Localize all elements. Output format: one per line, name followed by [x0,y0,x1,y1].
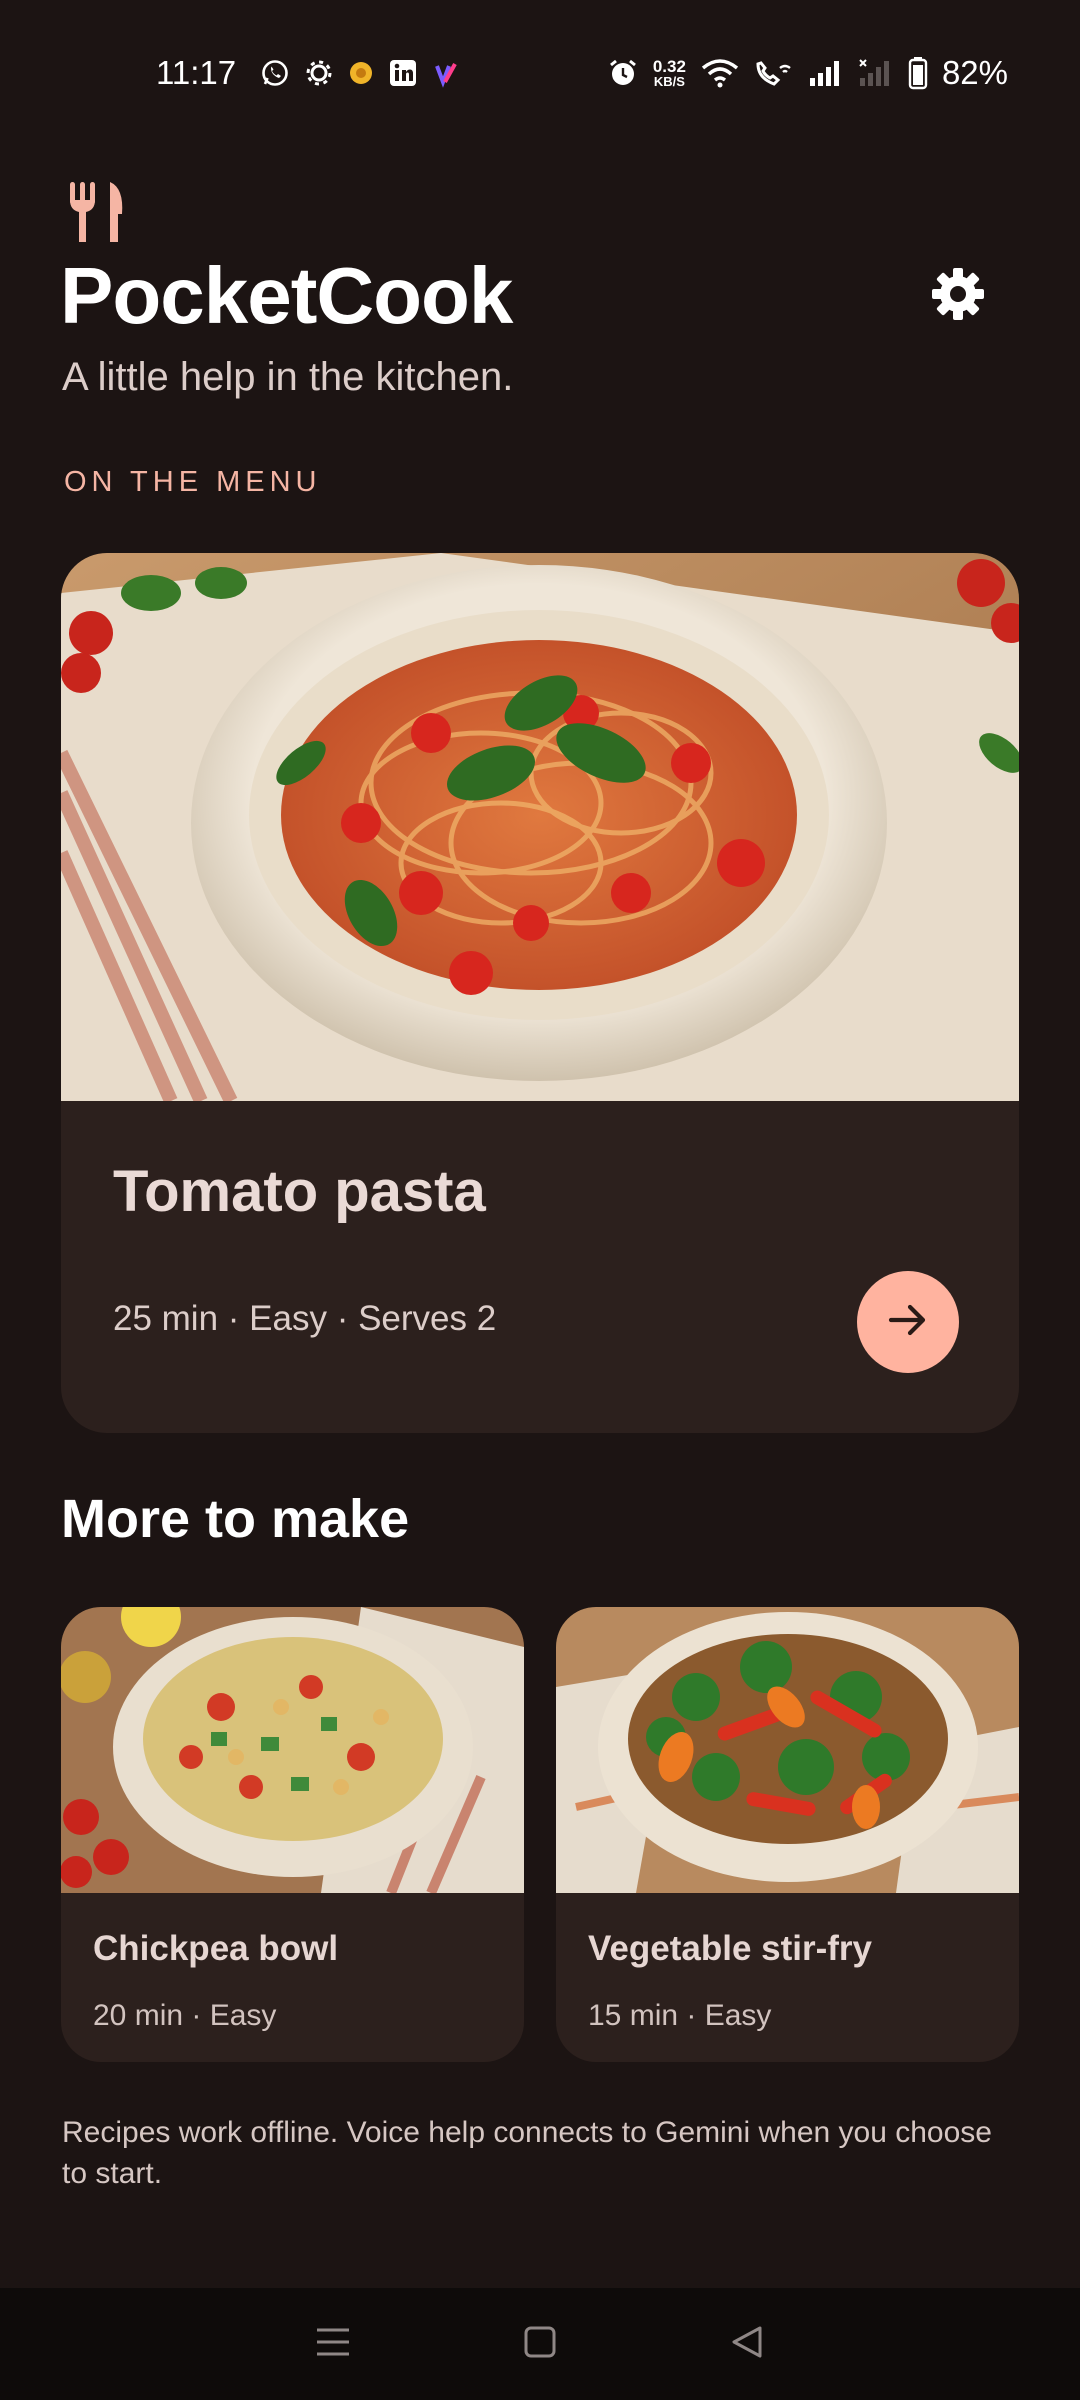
offline-voice-footnote: Recipes work offline. Voice help connect… [62,2116,992,2190]
recents-button[interactable] [303,2314,363,2374]
app-logo-icon [432,58,462,88]
app-tagline: A little help in the kitchen. [62,355,514,399]
app-title: PocketCook [60,251,513,340]
wifi-icon [700,58,740,88]
signal-icon [808,58,844,88]
recipe-card-chickpea-bowl[interactable]: Chickpea bowl 20 min · Easy [61,1607,524,2062]
settings-button[interactable] [920,258,996,334]
signal-no-service-icon [858,58,894,88]
arrow-right-icon [885,1297,931,1348]
recipe-card-title: Chickpea bowl [93,1929,339,1968]
more-to-make-heading: More to make [61,1489,410,1549]
back-button[interactable] [717,2314,777,2374]
open-recipe-button[interactable] [857,1271,959,1373]
featured-recipe-card[interactable]: Tomato pasta 25 min · Easy · Serves 2 [61,553,1019,1433]
whatsapp-icon [260,58,290,88]
linkedin-icon [388,58,418,88]
home-icon [523,2325,557,2364]
settings-gear-icon [304,58,334,88]
status-bar: 11:17 0.32 KB/S 82% [0,0,1080,146]
network-speed-value: 0.32 [652,57,686,76]
fork-knife-icon [66,180,126,244]
vegetable-stir-fry-photo [556,1607,1019,1893]
back-icon [730,2325,764,2364]
status-time: 11:17 [156,54,237,91]
tomato-pasta-photo [61,553,1019,1105]
featured-recipe-meta: 25 min · Easy · Serves 2 [113,1299,497,1338]
recipe-card-title: Vegetable stir-fry [588,1929,872,1968]
network-speed: 0.32 KB/S [653,58,686,88]
wifi-calling-icon [754,58,794,88]
menu-icon [315,2326,351,2363]
recipe-card-vegetable-stir-fry[interactable]: Vegetable stir-fry 15 min · Easy [556,1607,1019,2062]
battery-icon [908,56,928,90]
app-badge-icon [348,60,374,86]
alarm-icon [607,57,639,89]
network-speed-unit: KB/S [653,74,685,89]
home-button[interactable] [510,2314,570,2374]
chickpea-bowl-photo [61,1607,524,1895]
recipe-card-meta: 20 min · Easy [93,1999,277,2032]
system-navigation-bar [0,2288,1080,2400]
recipe-card-meta: 15 min · Easy [588,1999,772,2032]
battery-percent: 82% [941,54,1008,91]
gear-icon [931,267,985,326]
section-label-on-the-menu: ON THE MENU [64,466,322,498]
featured-recipe-title: Tomato pasta [113,1159,486,1224]
status-right: 0.32 KB/S 82% [607,54,1008,92]
status-left: 11:17 [156,54,462,92]
